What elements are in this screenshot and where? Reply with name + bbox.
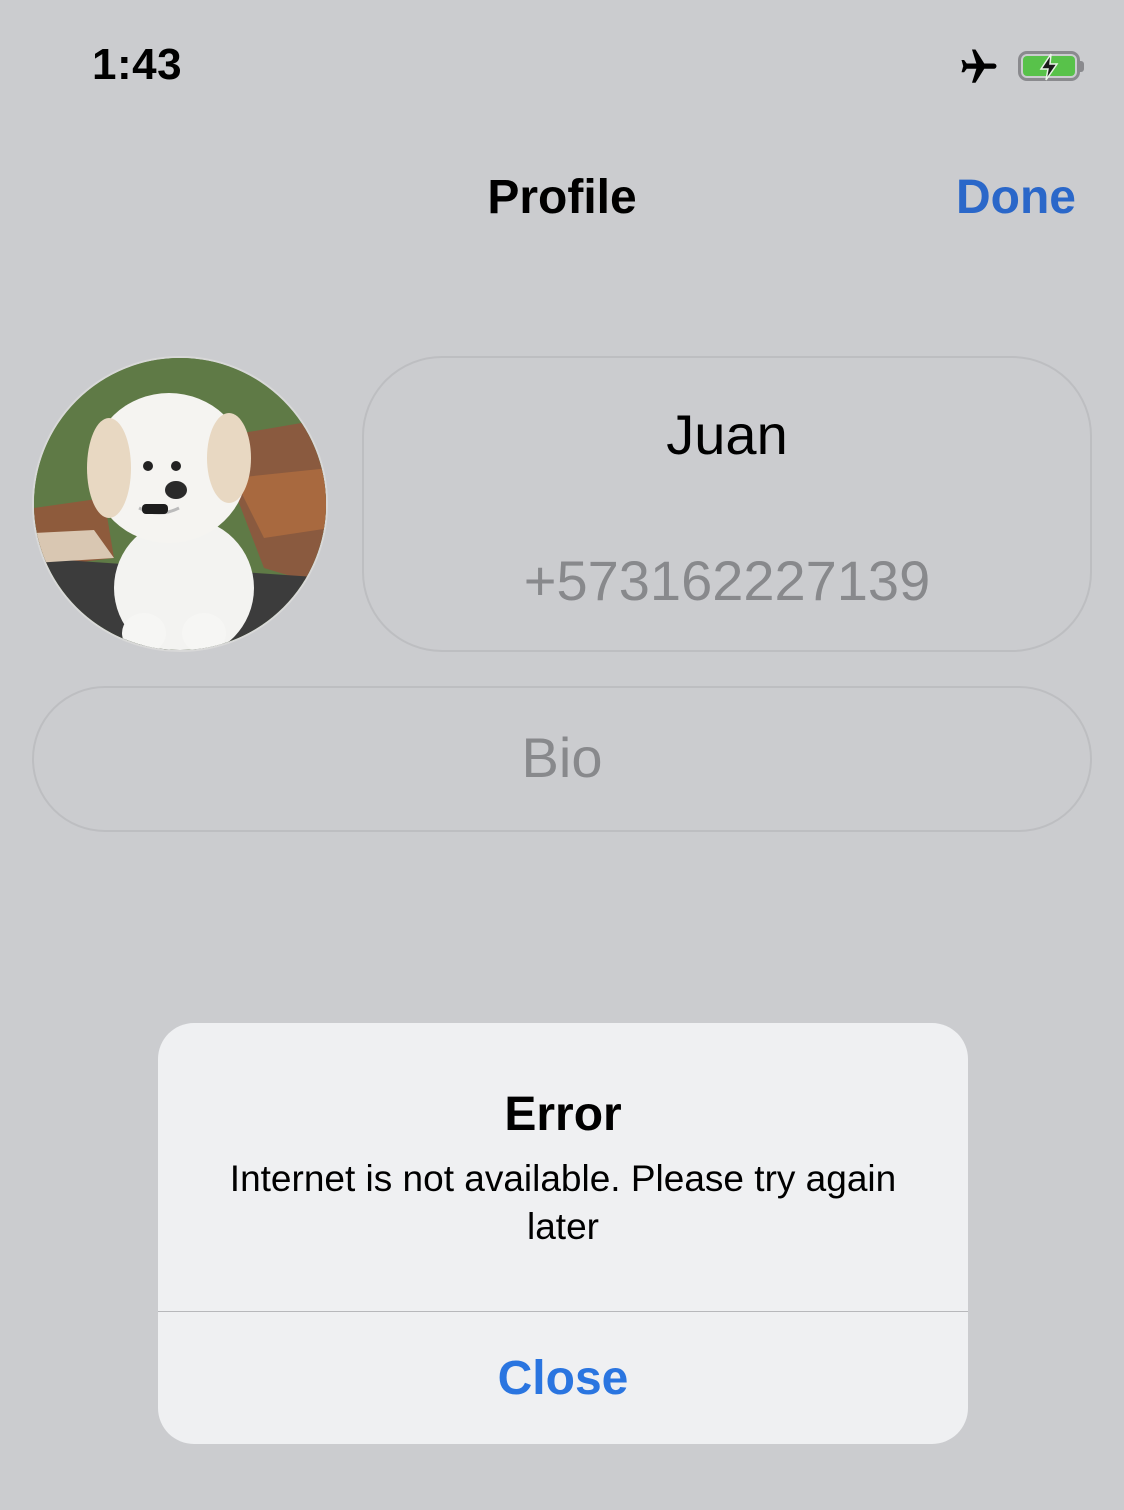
phone-number: +573162227139 xyxy=(523,549,931,612)
error-alert: Error Internet is not available. Please … xyxy=(158,1023,968,1444)
battery-charging-icon xyxy=(1018,51,1084,83)
status-time: 1:43 xyxy=(92,40,183,89)
avatar[interactable] xyxy=(32,356,328,652)
bio-field[interactable]: Bio xyxy=(32,686,1092,832)
alert-message: Internet is not available. Please try ag… xyxy=(229,1158,897,1247)
alert-title: Error xyxy=(504,1088,622,1141)
dog-photo xyxy=(34,358,326,650)
profile-screen: 1:43 Profile Done Juan +573162227139 Bio… xyxy=(0,0,1124,1510)
name-field[interactable]: Juan xyxy=(364,402,1090,467)
airplane-icon xyxy=(958,46,1000,88)
status-icons xyxy=(958,46,1084,88)
name-card: Juan +573162227139 xyxy=(362,356,1092,652)
close-button[interactable]: Close xyxy=(158,1312,968,1444)
done-button[interactable]: Done xyxy=(956,170,1076,225)
